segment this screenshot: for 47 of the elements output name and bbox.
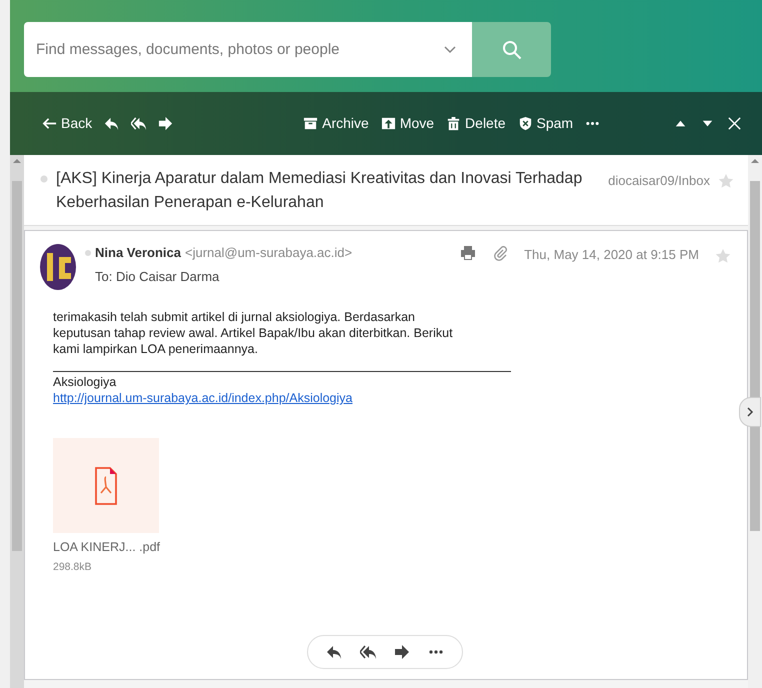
search-icon: [502, 40, 522, 60]
chevron-down-icon[interactable]: [444, 46, 456, 54]
message-subject: [AKS] Kinerja Aparatur dalam Memediasi Kreativitas dan Inovasi Terhadap Keberhasilan Penerapan e-Kelurahan: [56, 169, 584, 213]
move-icon: [380, 116, 396, 131]
sender-email: <jurnal@um-surabaya.ac.id>: [184, 244, 352, 262]
message-body: terimakasih telah submit artikel di jurnal aksiologiya. Berdasarkan keputusan tahap review awal. Artikel Bapak/Ibu akan diterbitkan. Berikut kami lampirkan LOA penerimaannya.: [53, 309, 454, 357]
back-arrow-icon: [42, 116, 57, 131]
reply-all-icon: [131, 116, 146, 131]
scrollbar-thumb[interactable]: [12, 181, 22, 551]
forward-icon: [394, 644, 410, 660]
shield-icon: [518, 116, 533, 131]
attachment-name[interactable]: LOA KINERJ... .pdf: [53, 539, 160, 555]
paperclip-icon[interactable]: [492, 245, 508, 261]
reply-button[interactable]: [326, 644, 342, 660]
chevron-right-icon: [746, 407, 754, 417]
journal-link[interactable]: http://journal.um-surabaya.ac.id/index.php/Aksiologiya: [53, 391, 352, 405]
attachment-thumbnail[interactable]: [53, 438, 159, 533]
reply-all-button[interactable]: [360, 644, 376, 660]
spam-button[interactable]: Spam: [512, 113, 580, 134]
pdf-file-icon: [95, 466, 117, 504]
reply-icon: [326, 644, 342, 660]
star-icon[interactable]: [718, 172, 734, 189]
archive-button[interactable]: Archive: [297, 113, 375, 134]
search-field[interactable]: Find messages, documents, photos or people: [24, 22, 472, 77]
dot-icon: [40, 175, 48, 183]
signature: Aksiologiya: [53, 374, 116, 390]
star-icon[interactable]: [715, 248, 731, 264]
attachment-size: 298.8kB: [53, 560, 92, 575]
sender-name: Nina Veronica: [95, 244, 181, 262]
archive-icon: [303, 116, 318, 131]
dot-icon: [85, 250, 91, 256]
scrollbar-thumb[interactable]: [750, 181, 760, 531]
move-button[interactable]: Move: [374, 113, 440, 134]
trash-icon: [446, 116, 462, 131]
delete-button[interactable]: Delete: [440, 113, 512, 134]
close-icon: [727, 116, 742, 131]
back-button[interactable]: Back: [36, 113, 98, 134]
next-message-button[interactable]: [739, 397, 761, 427]
forward-icon: [158, 116, 174, 131]
printer-icon[interactable]: [460, 245, 476, 261]
reply-icon: [104, 116, 120, 131]
avatar: [39, 243, 77, 291]
forward-button[interactable]: [394, 644, 410, 660]
reply-all-icon: [360, 644, 376, 660]
message-date: Thu, May 14, 2020 at 9:15 PM: [524, 246, 699, 264]
folder-label: diocaisar09/Inbox: [608, 172, 710, 188]
recipient: To: Dio Caisar Darma: [95, 268, 220, 286]
